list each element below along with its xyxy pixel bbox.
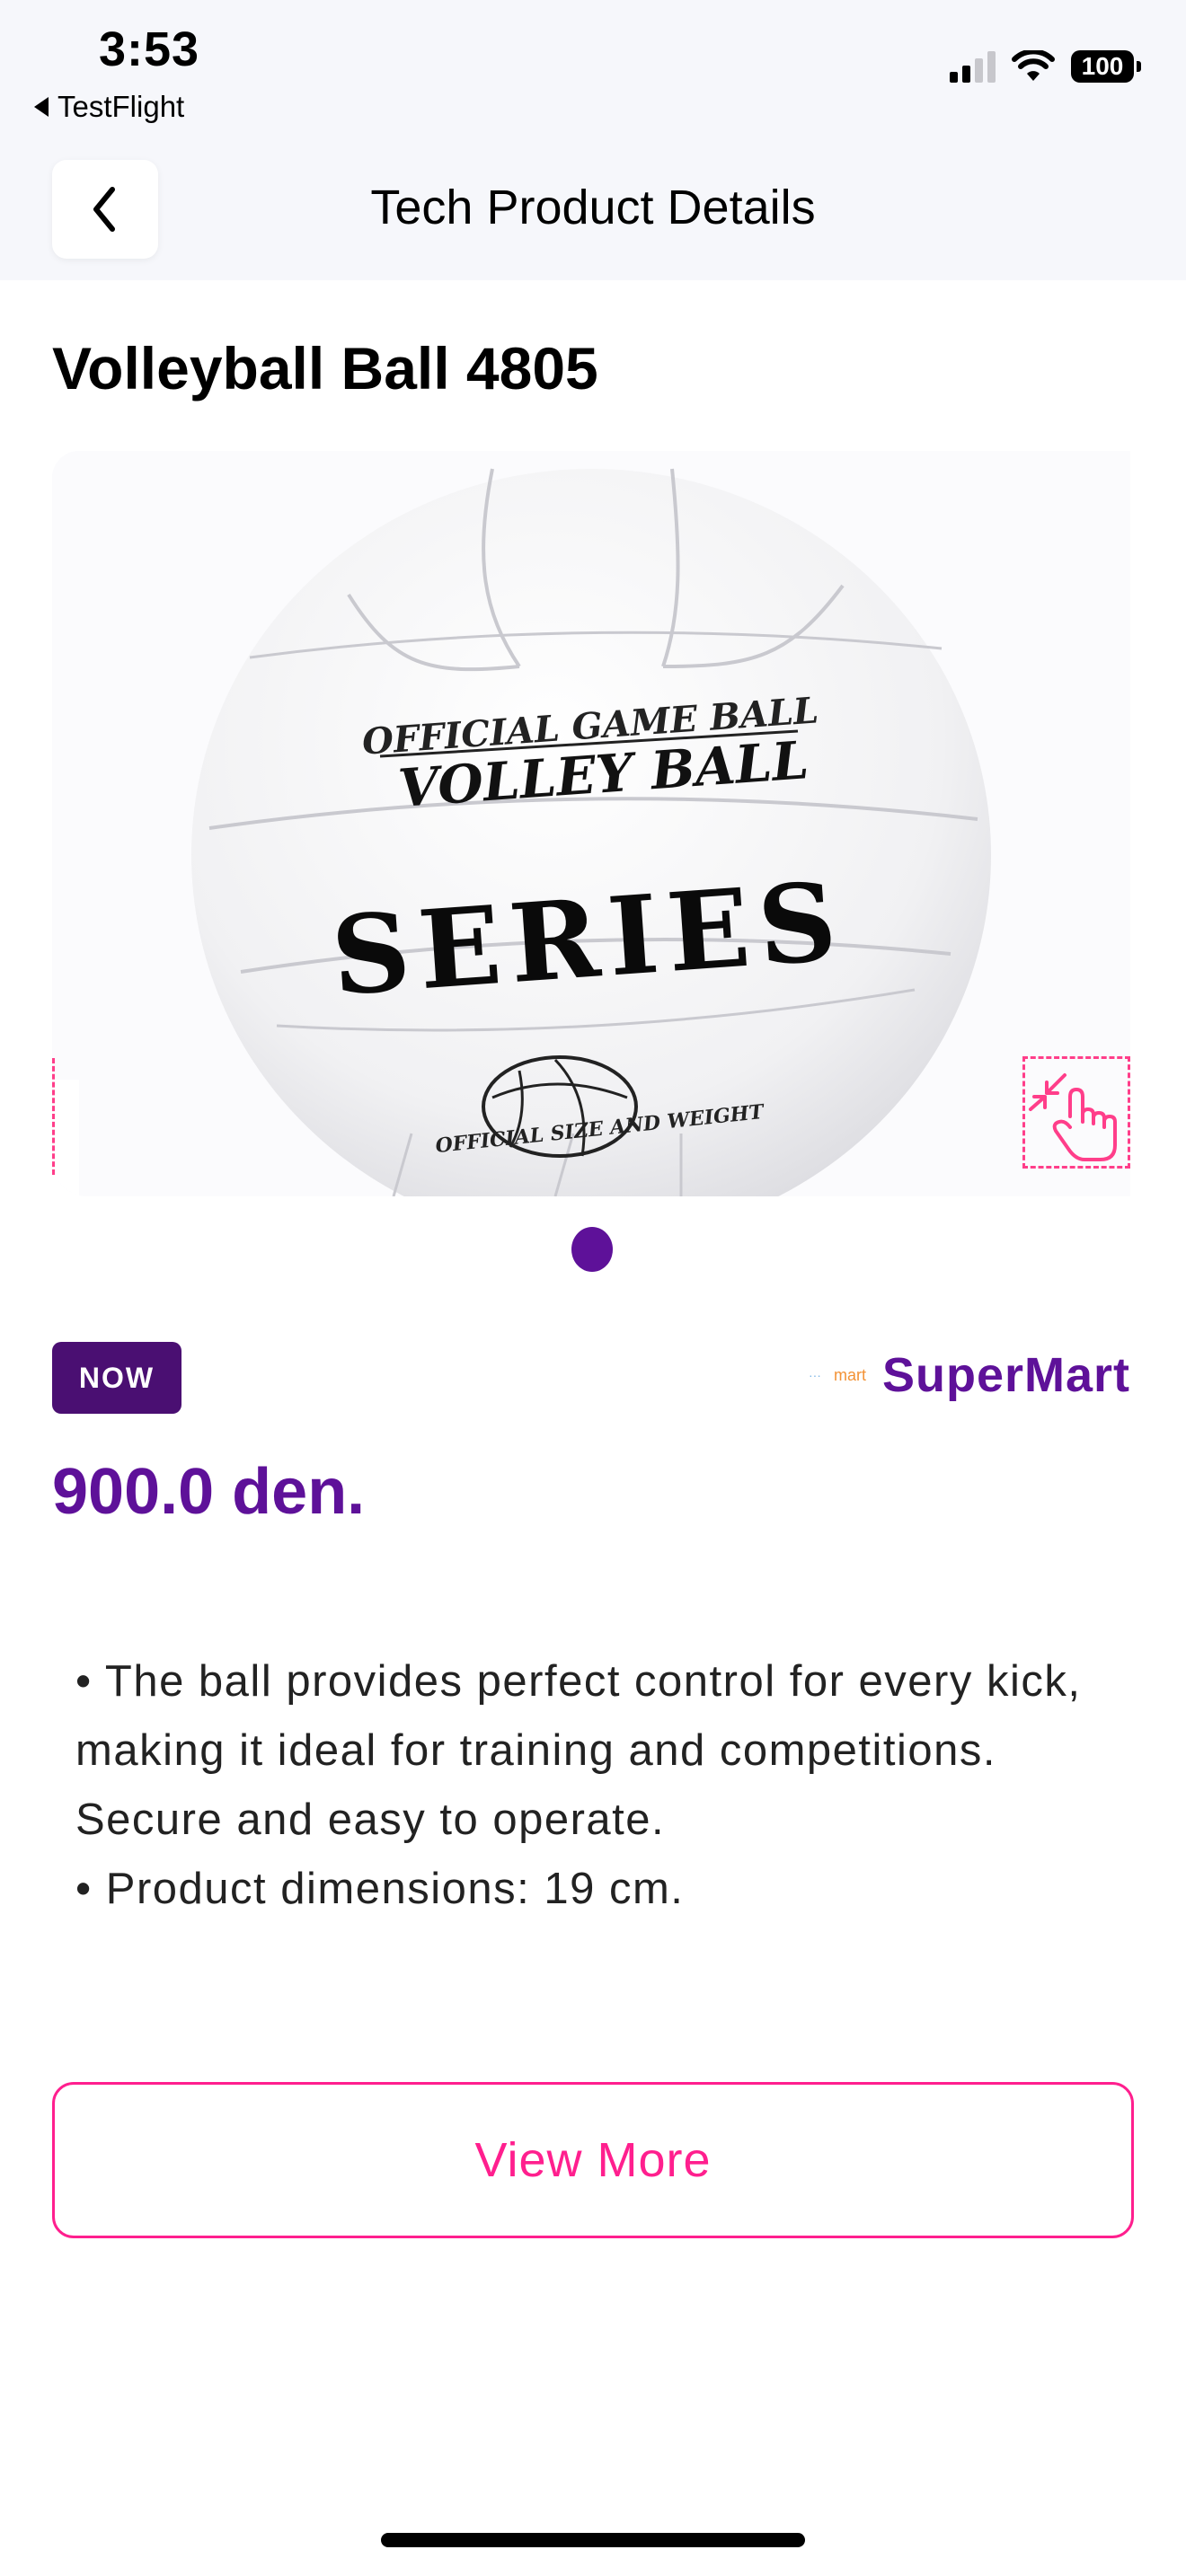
back-triangle-icon [34, 97, 49, 117]
store-brand[interactable]: ··· mart SuperMart [809, 1347, 1130, 1403]
status-bar: 3:53 TestFlight 100 [0, 0, 1186, 144]
zoom-hint[interactable] [1022, 1056, 1130, 1169]
now-badge: NOW [52, 1342, 181, 1414]
product-description: • The ball provides perfect control for … [75, 1647, 1136, 1924]
battery-icon: 100 [1071, 50, 1141, 83]
status-time: 3:53 [99, 22, 200, 76]
status-icons: 100 [950, 50, 1141, 83]
wifi-icon [1012, 50, 1055, 81]
description-line: • The ball provides perfect control for … [75, 1657, 1082, 1844]
back-to-app-label: TestFlight [58, 90, 185, 123]
volleyball-image: OFFICIAL GAME BALL VOLLEY BALL SERIES OF… [52, 451, 1130, 1196]
home-indicator[interactable] [381, 2533, 805, 2547]
view-more-button[interactable]: View More [52, 2082, 1134, 2238]
product-price: 900.0 den. [52, 1456, 366, 1528]
product-image-carousel[interactable]: OFFICIAL GAME BALL VOLLEY BALL SERIES OF… [52, 451, 1130, 1196]
page-title: Tech Product Details [370, 181, 816, 234]
store-logo-dots-icon: ··· [808, 1368, 821, 1382]
store-logo: ··· mart [809, 1366, 866, 1385]
product-title: Volleyball Ball 4805 [52, 335, 598, 401]
swipe-edge-indicator [52, 1058, 55, 1175]
back-to-testflight[interactable]: TestFlight [34, 90, 184, 124]
nav-header: Tech Product Details [0, 144, 1186, 280]
store-logo-text: mart [833, 1365, 866, 1384]
pinch-zoom-icon [1029, 1073, 1117, 1161]
carousel-page-indicator[interactable] [571, 1227, 613, 1272]
store-name: SuperMart [881, 1348, 1130, 1402]
description-line: • Product dimensions: 19 cm. [75, 1865, 685, 1913]
signal-icon [950, 50, 996, 83]
